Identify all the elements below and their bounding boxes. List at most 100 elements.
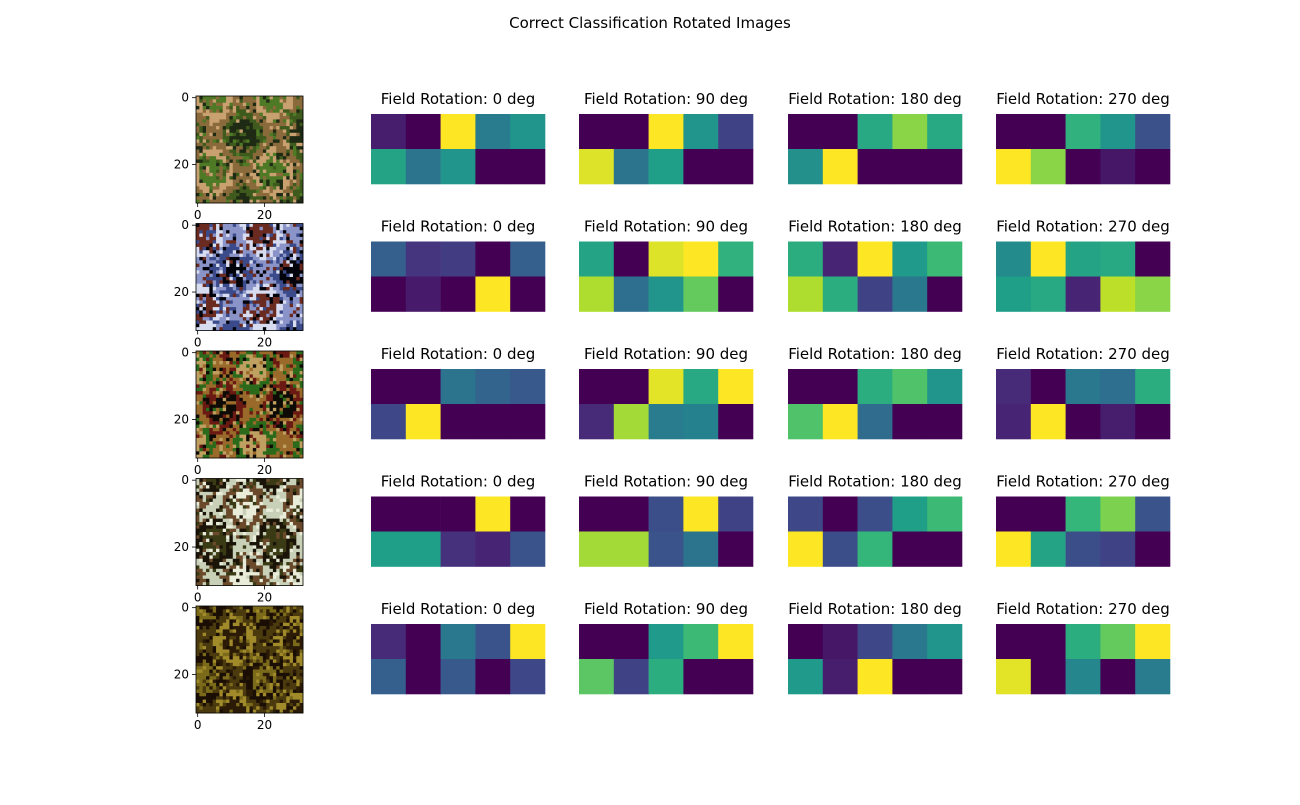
x-tick-label: 20: [257, 591, 272, 605]
heatmap-cell: [1100, 532, 1135, 567]
heatmap-cell: [371, 242, 406, 277]
heatmap-cell: [441, 497, 476, 532]
heatmap-cell: [1031, 369, 1066, 404]
heatmap-cell: [649, 149, 684, 184]
heatmap-cell: [1135, 114, 1170, 149]
heatmap-cell: [475, 369, 510, 404]
heatmap-cell: [996, 277, 1031, 312]
heatmap-panel: Field Rotation: 270 deg: [996, 90, 1170, 184]
heatmap-panel: Field Rotation: 90 deg: [579, 218, 753, 312]
heatmap-cell: [1066, 532, 1101, 567]
heatmap-cell: [1066, 404, 1101, 439]
heatmap-cell: [441, 277, 476, 312]
panel-title: Field Rotation: 0 deg: [381, 600, 536, 618]
heatmap-cell: [1135, 149, 1170, 184]
x-tick-label: 0: [194, 718, 202, 732]
heatmap-cell: [614, 149, 649, 184]
boat-image: [196, 224, 303, 331]
heatmap-cell: [475, 277, 510, 312]
heatmap-cell: [1135, 532, 1170, 567]
heatmap-cell: [510, 242, 545, 277]
heatmap-panel: Field Rotation: 180 deg: [788, 218, 962, 312]
heatmap-cell: [371, 532, 406, 567]
heatmap-cell: [371, 404, 406, 439]
heatmap-cell: [927, 149, 962, 184]
heatmap-cell: [858, 624, 893, 659]
heatmap-cell: [683, 624, 718, 659]
heatmap-cell: [823, 114, 858, 149]
heatmap-cell: [892, 497, 927, 532]
heatmap-cell: [475, 532, 510, 567]
heatmap-panel: Field Rotation: 0 deg: [371, 345, 545, 439]
heatmap-cell: [579, 114, 614, 149]
heatmap-cell: [475, 242, 510, 277]
heatmap-cell: [475, 404, 510, 439]
heatmap-cell: [649, 532, 684, 567]
heatmap-cell: [371, 277, 406, 312]
panel-title: Field Rotation: 0 deg: [381, 473, 536, 491]
heatmap-cell: [683, 497, 718, 532]
heatmap-cell: [1031, 624, 1066, 659]
heatmap-cell: [1031, 149, 1066, 184]
heatmap-cell: [510, 277, 545, 312]
figure-canvas: Correct Classification Rotated Images 02…: [0, 0, 1300, 800]
heatmap-cell: [1066, 659, 1101, 694]
heatmap-panel: Field Rotation: 180 deg: [788, 345, 962, 439]
heatmap-cell: [683, 369, 718, 404]
heatmap-cell: [406, 114, 441, 149]
heatmap-panel: Field Rotation: 0 deg: [371, 600, 545, 694]
heatmap-cell: [441, 369, 476, 404]
heatmap-cell: [406, 532, 441, 567]
heatmap-cell: [927, 277, 962, 312]
heatmap-cell: [510, 497, 545, 532]
heatmap-cell: [579, 659, 614, 694]
heatmap-cell: [1031, 404, 1066, 439]
heatmap-cell: [510, 532, 545, 567]
heatmap-cell: [510, 369, 545, 404]
y-tick-label: 0: [181, 346, 189, 360]
heatmap-panel: Field Rotation: 270 deg: [996, 473, 1170, 567]
image-row: 020020Field Rotation: 0 degField Rotatio…: [174, 345, 1171, 477]
heatmap-cell: [371, 497, 406, 532]
heatmap-cell: [1100, 659, 1135, 694]
heatmap-cell: [1135, 624, 1170, 659]
heatmap-cell: [649, 404, 684, 439]
heatmap-cell: [892, 149, 927, 184]
heatmap-cell: [858, 277, 893, 312]
heatmap-cell: [718, 497, 753, 532]
heatmap-panel: Field Rotation: 270 deg: [996, 218, 1170, 312]
heatmap-cell: [475, 659, 510, 694]
heatmap-cell: [406, 277, 441, 312]
image-row: 020020Field Rotation: 0 degField Rotatio…: [174, 90, 1171, 222]
dog-image: [196, 606, 303, 713]
heatmap-cell: [996, 149, 1031, 184]
panel-title: Field Rotation: 270 deg: [996, 600, 1170, 618]
heatmap-cell: [996, 624, 1031, 659]
heatmap-cell: [788, 659, 823, 694]
heatmap-cell: [406, 659, 441, 694]
heatmap-cell: [858, 149, 893, 184]
heatmap-cell: [683, 149, 718, 184]
heatmap-cell: [927, 242, 962, 277]
heatmap-cell: [579, 497, 614, 532]
heatmap-cell: [441, 242, 476, 277]
heatmap-cell: [683, 114, 718, 149]
heatmap-cell: [718, 149, 753, 184]
heatmap-cell: [649, 114, 684, 149]
image-row: 020020Field Rotation: 0 degField Rotatio…: [174, 218, 1171, 350]
heatmap-cell: [788, 369, 823, 404]
heatmap-cell: [371, 149, 406, 184]
panel-title: Field Rotation: 180 deg: [788, 345, 962, 363]
heatmap-cell: [441, 532, 476, 567]
bird-image: [196, 96, 303, 203]
heatmap-cell: [892, 114, 927, 149]
panel-title: Field Rotation: 90 deg: [584, 218, 748, 236]
heatmap-cell: [406, 404, 441, 439]
image-row: 020020Field Rotation: 0 degField Rotatio…: [174, 600, 1171, 732]
heatmap-cell: [1100, 624, 1135, 659]
x-tick-label: 20: [257, 463, 272, 477]
heatmap-cell: [406, 149, 441, 184]
heatmap-cell: [1135, 659, 1170, 694]
cat-image: [196, 479, 303, 586]
heatmap-cell: [614, 114, 649, 149]
